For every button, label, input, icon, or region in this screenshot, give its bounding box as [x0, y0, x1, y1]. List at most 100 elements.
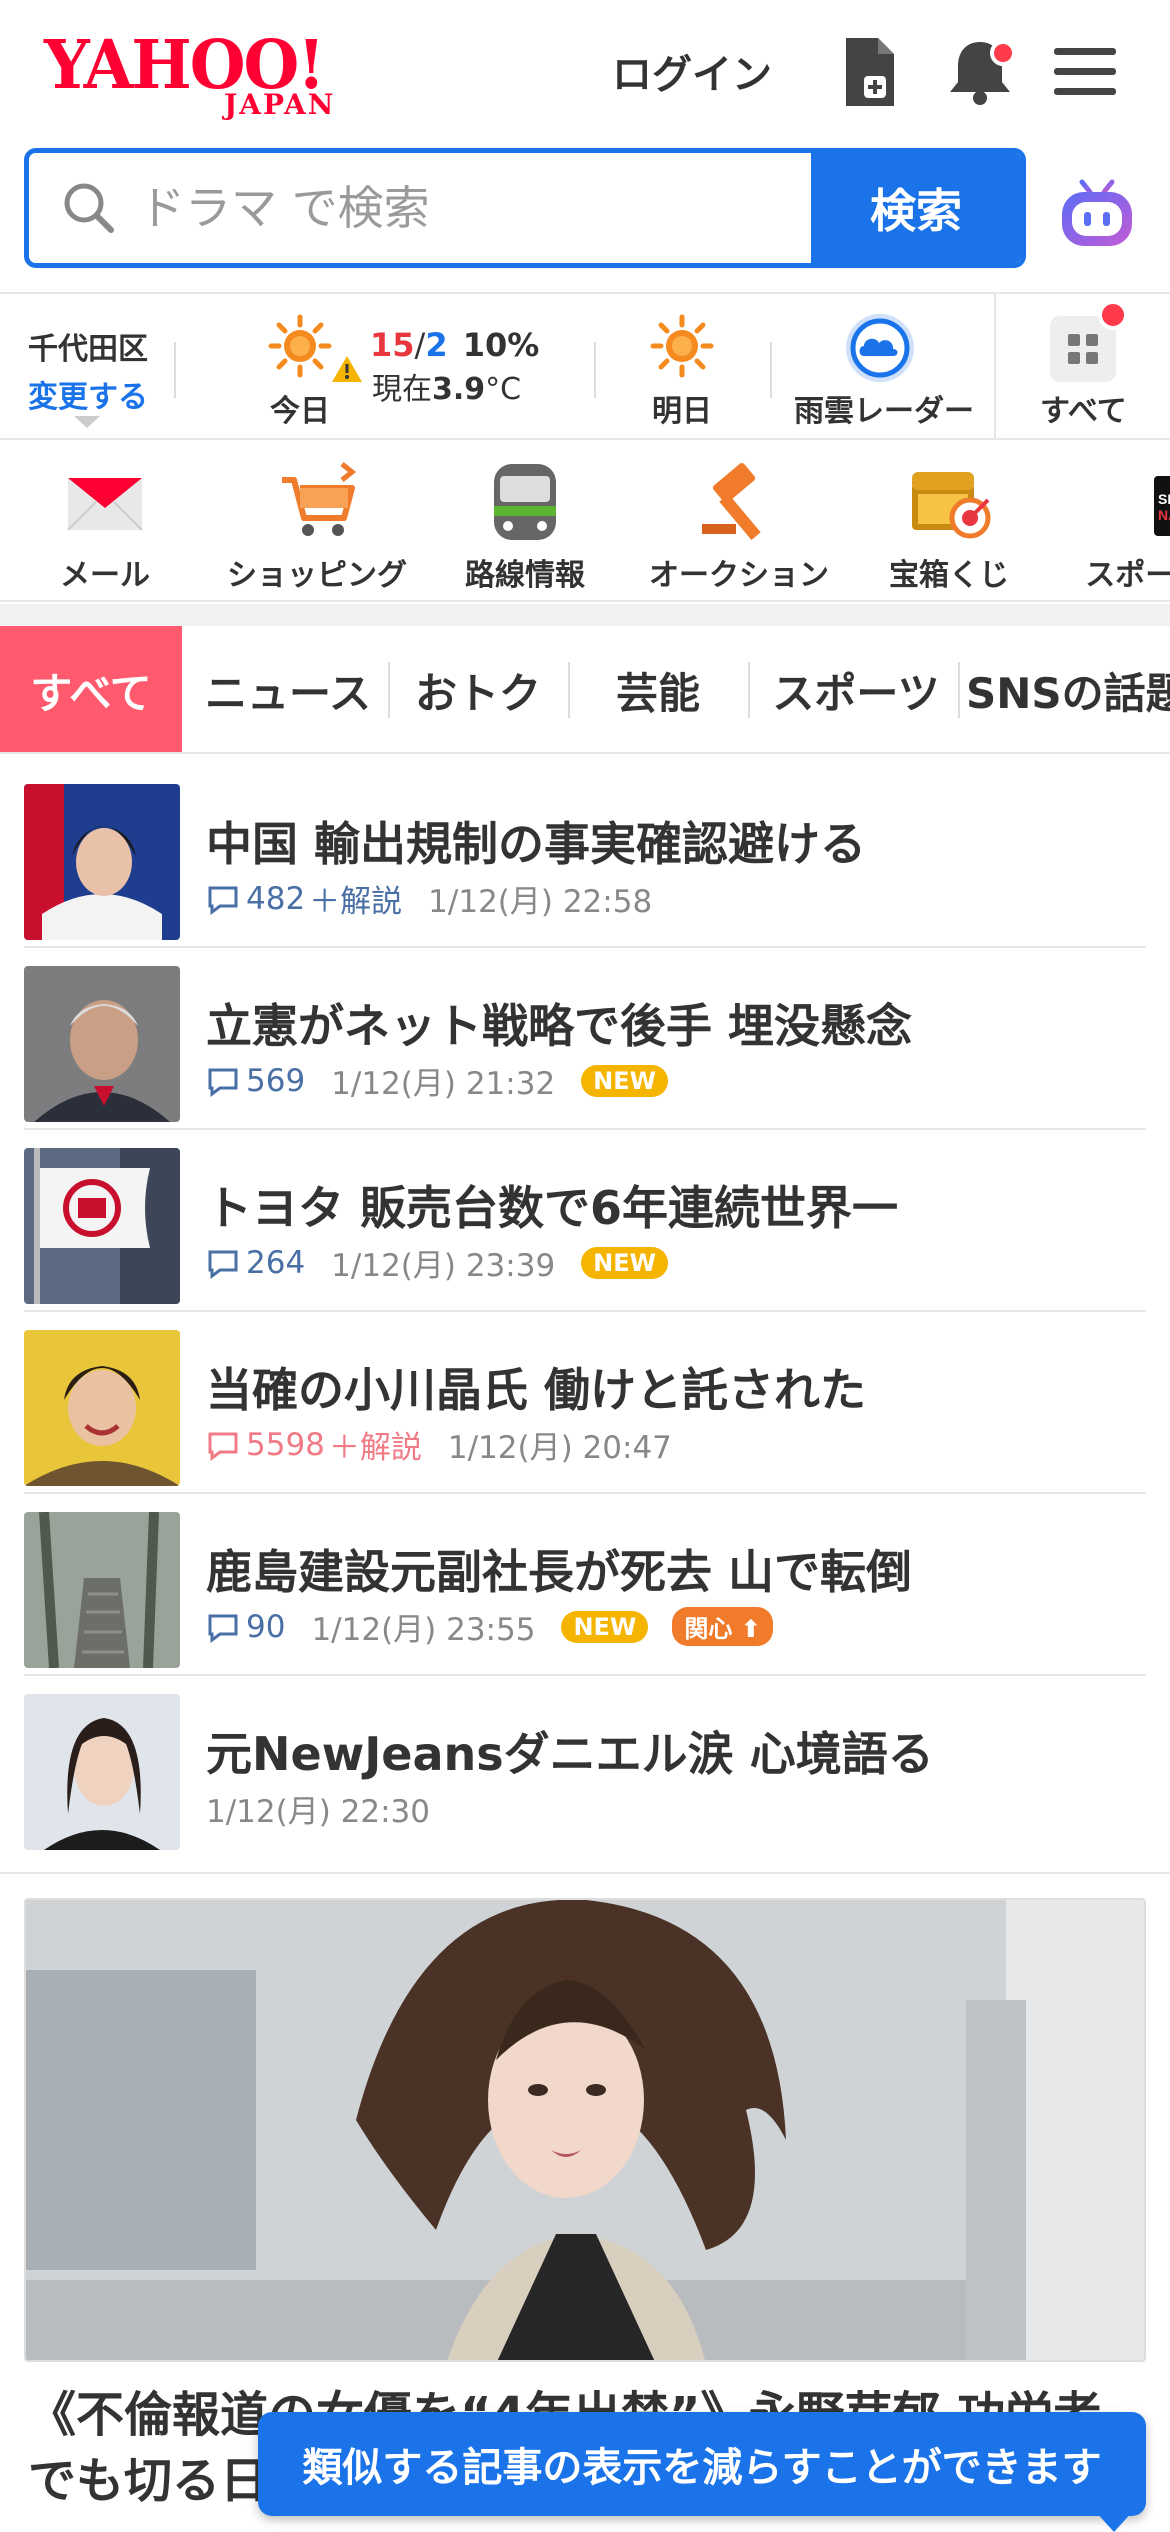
divider [0, 1872, 1170, 1874]
service-label: ショッピング [227, 558, 407, 593]
tab-news[interactable]: ニュース [190, 626, 386, 752]
service-shopping[interactable]: ショッピング [222, 458, 412, 594]
hamburger-menu-icon[interactable] [1046, 32, 1126, 112]
document-add-icon[interactable] [830, 32, 910, 112]
news-item[interactable]: 鹿島建設元副社長が死去 山で転倒 90 1/12(月) 23:55 NEW 関心… [24, 1494, 1146, 1676]
service-sports[interactable]: SPONA スポーツ [1070, 458, 1170, 594]
notification-dot [1098, 300, 1128, 330]
treasure-box-icon [912, 472, 991, 539]
interest-label: 関心 [684, 1615, 733, 1643]
news-thumbnail [24, 966, 180, 1122]
comment-icon [208, 1614, 238, 1643]
news-item[interactable]: 中国 輸出規制の事実確認避ける 482 ＋解説 1/12(月) 22:58 [24, 766, 1146, 948]
news-headline[interactable]: 当確の小川晶氏 働けと託された [206, 1354, 866, 1420]
location-name: 千代田区 [28, 332, 148, 367]
service-transit[interactable]: 路線情報 [460, 458, 590, 594]
sunny-tomorrow-icon[interactable] [650, 314, 714, 378]
comment-number: 264 [246, 1244, 306, 1281]
tomorrow-label: 明日 [652, 394, 712, 429]
search-field[interactable] [29, 153, 811, 263]
service-label: 路線情報 [465, 558, 585, 593]
precip-chance: 10% [462, 326, 540, 364]
chevron-down-icon [74, 416, 100, 428]
comment-count[interactable]: 264 [206, 1245, 305, 1281]
today-label: 今日 [270, 394, 330, 429]
service-auction[interactable]: オークション [646, 458, 832, 594]
radar-label[interactable]: 雨雲レーダー [794, 386, 974, 430]
news-meta: 264 1/12(月) 23:39 NEW [206, 1240, 669, 1285]
comment-icon [208, 1250, 238, 1279]
news-item[interactable]: 当確の小川晶氏 働けと託された 5598 ＋解説 1/12(月) 20:47 [24, 1312, 1146, 1494]
notification-dot [990, 40, 1016, 66]
new-badge: NEW [581, 1064, 669, 1097]
login-link[interactable]: ログイン [612, 42, 772, 100]
interest-badge: 関心 ⬆ [672, 1607, 773, 1646]
comment-count[interactable]: 482 ＋解説 [206, 876, 402, 921]
spacer [0, 604, 1170, 626]
tab-deals[interactable]: おトク [390, 626, 566, 752]
ai-assistant-icon[interactable] [1052, 168, 1142, 258]
tab-entertainment[interactable]: 芸能 [570, 626, 746, 752]
news-date: 1/12(月) 20:47 [447, 1430, 672, 1466]
tab-sports[interactable]: スポーツ [754, 626, 958, 752]
news-meta: 1/12(月) 22:30 [206, 1786, 430, 1831]
search-button[interactable]: 検索 [811, 153, 1021, 263]
news-headline[interactable]: 元NewJeansダニエル涙 心境語る [206, 1718, 934, 1784]
weather-bar: 千代田区 変更する 今日 15/2 10% 現在3.9°C 明日 雨雲レーダー … [0, 292, 1170, 440]
service-treasure[interactable]: 宝箱くじ [884, 458, 1014, 594]
news-item[interactable]: 立憲がネット戦略で後手 埋没懸念 569 1/12(月) 21:32 NEW [24, 948, 1146, 1130]
current-temp: 現在3.9°C [372, 364, 521, 408]
news-headline[interactable]: 鹿島建設元副社長が死去 山で転倒 [206, 1536, 912, 1602]
bell-icon[interactable] [940, 32, 1020, 112]
location: 千代田区 変更する [28, 324, 148, 428]
news-item[interactable]: 元NewJeansダニエル涙 心境語る 1/12(月) 22:30 [24, 1676, 1146, 1858]
service-label: メール [60, 558, 150, 593]
search-bar: 検索 [24, 148, 1026, 268]
news-headline[interactable]: 立憲がネット戦略で後手 埋没懸念 [206, 990, 912, 1056]
feature-image[interactable] [24, 1898, 1146, 2362]
comment-number: 569 [246, 1062, 306, 1099]
header: YAHOO! JAPAN ログイン [0, 0, 1170, 140]
news-headline[interactable]: トヨタ 販売台数で6年連続世界一 [206, 1172, 898, 1238]
service-mail[interactable]: メール [40, 458, 170, 594]
news-thumbnail [24, 1694, 180, 1850]
change-location-link[interactable]: 変更する [28, 372, 148, 416]
comment-number: 482 [246, 880, 306, 917]
info-toast[interactable]: 類似する記事の表示を減らすことができます [258, 2412, 1146, 2516]
news-headline[interactable]: 中国 輸出規制の事実確認避ける [206, 808, 866, 874]
service-label: 宝箱くじ [889, 558, 1009, 593]
news-date: 1/12(月) 21:32 [331, 1066, 556, 1102]
search-input[interactable] [139, 181, 739, 235]
news-date: 1/12(月) 22:58 [428, 884, 653, 920]
sunny-icon[interactable] [268, 314, 332, 378]
tab-all[interactable]: すべて [0, 626, 182, 752]
rain-radar-icon[interactable] [842, 310, 918, 386]
comment-count[interactable]: 569 [206, 1063, 305, 1099]
news-thumbnail [24, 1512, 180, 1668]
commentary-label: ＋解説 [328, 1430, 422, 1466]
category-tabs: すべて ニュース おトク 芸能 スポーツ SNSの話題 [0, 626, 1170, 754]
news-meta: 569 1/12(月) 21:32 NEW [206, 1058, 669, 1103]
news-date: 1/12(月) 22:30 [206, 1794, 430, 1830]
service-shortcuts: メール ショッピング 路線情報 オークション 宝箱くじ SPONA スポーツ [0, 440, 1170, 602]
shopping-cart-icon [282, 462, 357, 536]
new-badge: NEW [561, 1610, 649, 1643]
yahoo-japan-logo[interactable]: YAHOO! JAPAN [44, 28, 364, 121]
train-icon [494, 464, 556, 540]
news-date: 1/12(月) 23:39 [331, 1248, 556, 1284]
news-thumbnail [24, 1148, 180, 1304]
comment-count[interactable]: 5598 ＋解説 [206, 1422, 422, 1467]
warning-icon[interactable] [330, 354, 364, 384]
logo-subtext: JAPAN [224, 88, 336, 121]
svg-text:NA: NA [1158, 507, 1170, 523]
news-meta: 90 1/12(月) 23:55 NEW 関心 ⬆ [206, 1604, 773, 1649]
tab-sns[interactable]: SNSの話題 [966, 626, 1170, 752]
temp-low: 2 [425, 326, 448, 364]
news-thumbnail [24, 1330, 180, 1486]
all-label[interactable]: すべて [1040, 386, 1127, 430]
comment-count[interactable]: 90 [206, 1609, 285, 1645]
news-item[interactable]: トヨタ 販売台数で6年連続世界一 264 1/12(月) 23:39 NEW [24, 1130, 1146, 1312]
now-prefix: 現在 [372, 372, 432, 407]
news-meta: 5598 ＋解説 1/12(月) 20:47 [206, 1422, 672, 1467]
comment-icon [208, 886, 238, 915]
